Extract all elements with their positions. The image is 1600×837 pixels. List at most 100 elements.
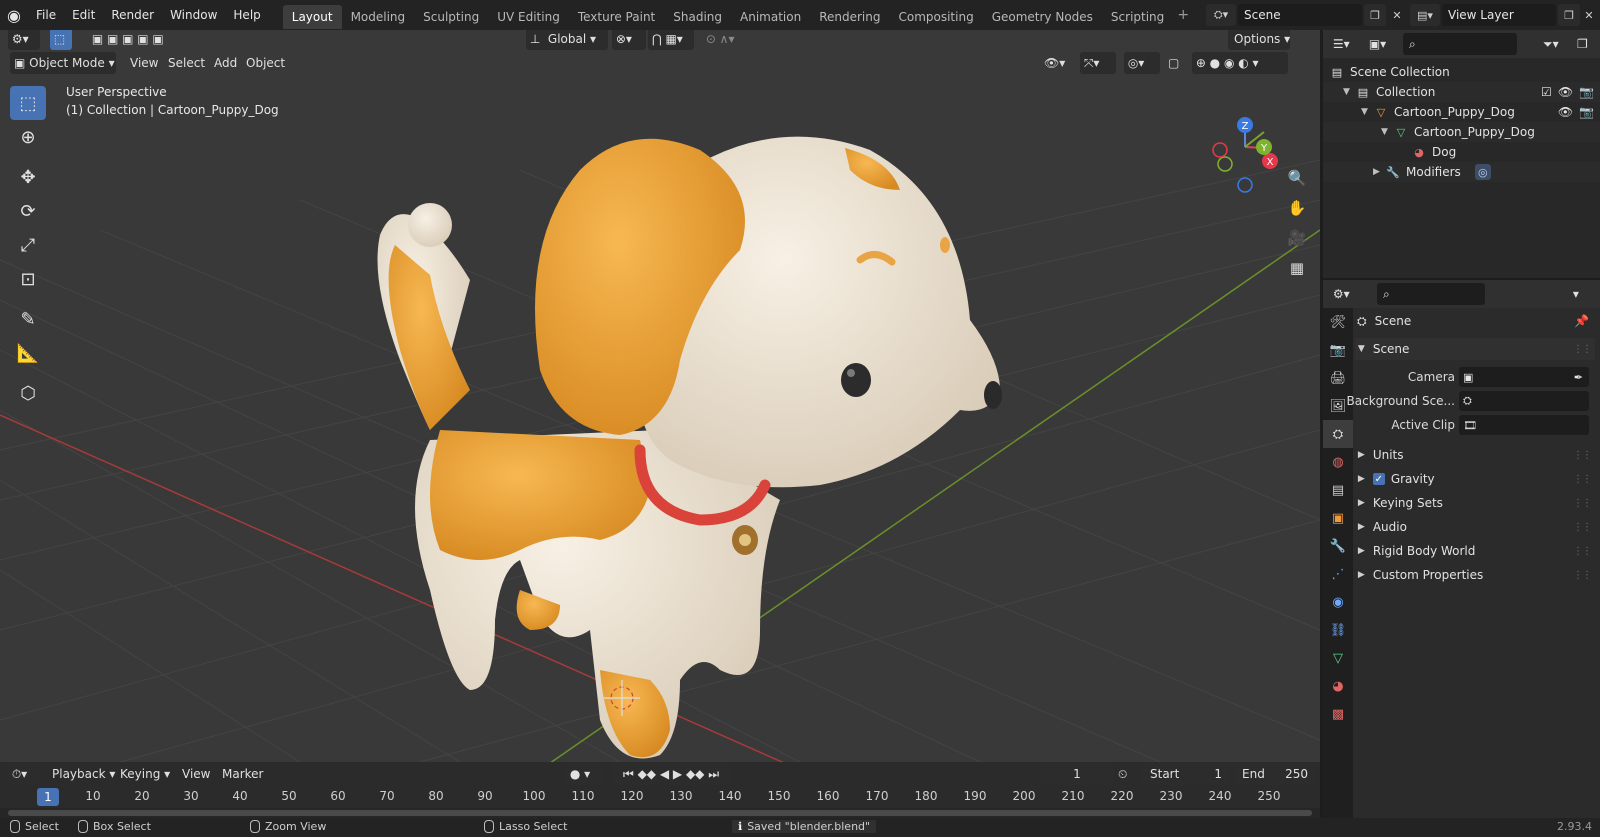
expand-arrow-icon[interactable]: ▶ xyxy=(1373,167,1385,177)
panel-header-audio[interactable]: ▶ Audio ⋮⋮ xyxy=(1355,516,1595,538)
tab-texture-icon[interactable]: ▩ xyxy=(1323,700,1353,728)
panel-header-scene[interactable]: ▼ Scene ⋮⋮ xyxy=(1355,338,1595,360)
tab-scene-icon[interactable]: ⛭ xyxy=(1323,420,1353,448)
tab-compositing[interactable]: Compositing xyxy=(889,5,982,29)
active-clip-field[interactable]: 🎞 xyxy=(1459,415,1589,435)
status-message[interactable]: ℹ Saved "blender.blend" xyxy=(732,820,877,833)
properties-editor-type-icon[interactable]: ⚙▾ xyxy=(1329,283,1361,305)
timeline-editor-type-icon[interactable]: ⏱▾ xyxy=(8,763,40,785)
transform-orientation-dropdown[interactable]: ⊥ Global ▾ xyxy=(526,30,608,50)
scene-selector-icon[interactable]: ⛭▾ xyxy=(1206,4,1236,26)
proportional-edit-icon[interactable]: ⊙ ∧▾ xyxy=(702,30,748,50)
menu-add[interactable]: Add xyxy=(208,52,243,74)
eye-icon[interactable]: 👁 xyxy=(1558,105,1573,119)
dog-model[interactable] xyxy=(377,136,1003,759)
collapse-arrow-icon[interactable] xyxy=(1361,167,1373,177)
tab-constraints-icon[interactable]: ⛓ xyxy=(1323,616,1353,644)
camera-icon[interactable]: 📷 xyxy=(1579,85,1594,99)
menu-marker[interactable]: Marker xyxy=(216,763,269,785)
tab-physics-icon[interactable]: ◉ xyxy=(1323,588,1353,616)
panel-header-custom-properties[interactable]: ▶ Custom Properties ⋮⋮ xyxy=(1355,564,1595,586)
current-frame-field[interactable]: 1 xyxy=(1040,763,1114,785)
menu-keying[interactable]: Keying ▾ xyxy=(114,763,176,785)
timeline-editor[interactable]: ⏱▾ Playback ▾ Keying ▾ View Marker ● ▾ ⏮… xyxy=(0,762,1320,818)
camera-icon[interactable]: 📷 xyxy=(1579,105,1594,119)
drag-handle-icon[interactable]: ⋮⋮ xyxy=(1573,522,1592,533)
menu-help[interactable]: Help xyxy=(225,0,268,30)
tab-render-icon[interactable]: 📷 xyxy=(1323,336,1353,364)
annotate-tool-icon[interactable]: ✎ xyxy=(10,302,46,336)
tab-geometry-nodes[interactable]: Geometry Nodes xyxy=(983,5,1102,29)
playback-controls[interactable]: ⏮ ◆◆ ◀ ▶ ◆◆ ⏭ xyxy=(612,763,730,785)
options-dropdown[interactable]: Options ▾ xyxy=(1228,30,1290,50)
xray-icon[interactable]: ▢ xyxy=(1168,52,1188,74)
menu-render[interactable]: Render xyxy=(103,0,162,30)
menu-edit[interactable]: Edit xyxy=(64,0,103,30)
start-frame-field[interactable]: Start 1 xyxy=(1142,763,1230,785)
tab-scripting[interactable]: Scripting xyxy=(1102,5,1173,29)
properties-search-input[interactable]: ⌕ xyxy=(1377,283,1485,305)
outliner-row-collection[interactable]: ▼ ▤ Collection ☑ 👁 📷 xyxy=(1323,82,1600,102)
outliner-search-input[interactable]: ⌕ xyxy=(1403,33,1517,55)
camera-view-icon[interactable]: 🎥 xyxy=(1283,224,1311,252)
expand-arrow-icon[interactable]: ▼ xyxy=(1381,127,1393,137)
new-collection-icon[interactable]: ❐ xyxy=(1577,33,1597,55)
outliner-row-scene-collection[interactable]: ▤ Scene Collection xyxy=(1323,62,1600,82)
pin-icon[interactable]: 📌 xyxy=(1574,314,1589,328)
tab-texture-paint[interactable]: Texture Paint xyxy=(569,5,664,29)
camera-field[interactable]: ▣ ✒ xyxy=(1459,367,1589,387)
modifier-subsurf-icon[interactable]: ◎ xyxy=(1474,164,1491,180)
frame-ruler[interactable]: 1 10 20 30 40 50 60 70 80 90 100 110 120… xyxy=(0,786,1320,808)
select-mode-icon[interactable]: ⬚ xyxy=(50,30,72,50)
scale-tool-icon[interactable]: ⤢ xyxy=(10,228,46,262)
tab-object-icon[interactable]: ▣ xyxy=(1323,504,1353,532)
outliner-editor-type-icon[interactable]: ☰▾ xyxy=(1329,33,1361,55)
outliner-row-modifiers[interactable]: ▶ 🔧 Modifiers ◎ xyxy=(1323,162,1600,182)
tab-modeling[interactable]: Modeling xyxy=(342,5,415,29)
tab-output-icon[interactable]: 🖨 xyxy=(1323,364,1353,392)
drag-handle-icon[interactable]: ⋮⋮ xyxy=(1573,450,1592,461)
menu-playback[interactable]: Playback ▾ xyxy=(46,763,121,785)
tab-rendering[interactable]: Rendering xyxy=(810,5,889,29)
drag-handle-icon[interactable]: ⋮⋮ xyxy=(1573,570,1592,581)
background-scene-field[interactable]: ⛭ xyxy=(1459,391,1589,411)
expand-arrow-icon[interactable]: ▼ xyxy=(1361,107,1373,117)
drag-handle-icon[interactable]: ⋮⋮ xyxy=(1573,344,1592,355)
overlay-toggle-icon[interactable]: ◎▾ xyxy=(1124,52,1160,74)
outliner-row-material[interactable]: ◕ Dog xyxy=(1323,142,1600,162)
menu-timeline-view[interactable]: View xyxy=(176,763,216,785)
delete-view-layer-icon[interactable]: ✕ xyxy=(1580,4,1598,26)
end-frame-field[interactable]: End 250 xyxy=(1234,763,1316,785)
menu-file[interactable]: File xyxy=(28,0,64,30)
properties-editor[interactable]: ⚙▾ ⌕ ▾ 🛠 📷 🖨 🖼 ⛭ ◍ ▤ ▣ 🔧 ⋰ ◉ ⛓ ▽ ◕ ▩ ⛭ Sc… xyxy=(1323,280,1600,818)
properties-options-icon[interactable]: ▾ xyxy=(1569,283,1595,305)
tab-data-icon[interactable]: ▽ xyxy=(1323,644,1353,672)
playhead-frame[interactable]: 1 xyxy=(37,788,59,806)
tab-particles-icon[interactable]: ⋰ xyxy=(1323,560,1353,588)
cursor-tool-icon[interactable]: ⊕ xyxy=(10,120,46,154)
new-view-layer-icon[interactable]: ❐ xyxy=(1558,4,1580,26)
filter-icon[interactable]: ⏷▾ xyxy=(1543,33,1573,55)
scene-name-field[interactable]: Scene xyxy=(1238,4,1362,26)
eyedropper-icon[interactable]: ✒ xyxy=(1574,371,1583,384)
selection-mode-buttons[interactable]: ▣ ▣ ▣ ▣ ▣ xyxy=(88,30,180,50)
checkbox-icon[interactable]: ☑ xyxy=(1541,85,1552,99)
add-workspace-icon[interactable]: + xyxy=(1173,7,1193,23)
tab-collection-icon[interactable]: ▤ xyxy=(1323,476,1353,504)
snap-icon[interactable]: ⋂ ▦▾ xyxy=(648,30,694,50)
outliner-editor[interactable]: ☰▾ ▣▾ ⌕ ⏷▾ ❐ ▤ Scene Collection ▼ ▤ Collec… xyxy=(1323,30,1600,278)
tab-layout[interactable]: Layout xyxy=(282,4,342,29)
menu-view[interactable]: View xyxy=(124,52,164,74)
menu-window[interactable]: Window xyxy=(162,0,225,30)
shading-mode-buttons[interactable]: ⊕ ● ◉ ◐ ▾ xyxy=(1192,52,1288,74)
tab-material-icon[interactable]: ◕ xyxy=(1323,672,1353,700)
outliner-row-mesh-data[interactable]: ▼ ▽ Cartoon_Puppy_Dog xyxy=(1323,122,1600,142)
blender-logo-icon[interactable]: ◉ xyxy=(0,0,28,30)
timeline-scrollbar[interactable] xyxy=(8,810,1312,816)
tab-modifiers-icon[interactable]: 🔧 xyxy=(1323,532,1353,560)
zoom-icon[interactable]: 🔍 xyxy=(1283,164,1311,192)
select-box-tool-icon[interactable]: ⬚ xyxy=(10,86,46,120)
move-tool-icon[interactable]: ✥ xyxy=(10,160,46,194)
gravity-checkbox[interactable]: ✓ xyxy=(1372,473,1385,485)
tab-shading[interactable]: Shading xyxy=(664,5,731,29)
